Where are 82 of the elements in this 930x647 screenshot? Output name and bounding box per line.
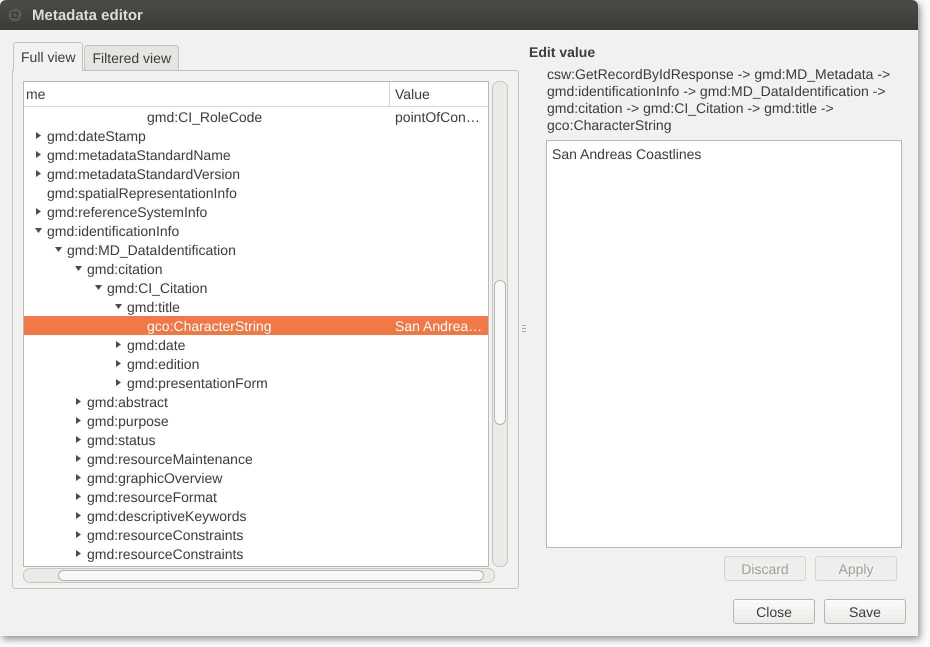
tree-row[interactable]: gmd:metadataStandardVersion — [24, 164, 488, 183]
expand-arrow-icon[interactable] — [74, 454, 83, 463]
expand-arrow-icon[interactable] — [74, 492, 83, 501]
node-label: gmd:abstract — [87, 394, 168, 410]
horizontal-scrollbar[interactable] — [23, 568, 495, 583]
expand-arrow-icon[interactable] — [114, 340, 123, 349]
section-heading: Edit value — [529, 44, 596, 60]
node-label: gmd:resourceConstraints — [87, 546, 244, 562]
vertical-scrollbar[interactable] — [492, 81, 508, 567]
tree-row[interactable]: gmd:CI_Citation — [24, 278, 488, 297]
node-label: gmd:citation — [87, 260, 162, 276]
tree-row[interactable]: gmd:graphicOverview — [24, 468, 488, 487]
tree-row[interactable]: gmd:title — [24, 297, 488, 316]
collapse-arrow-icon[interactable] — [94, 283, 103, 292]
collapse-arrow-icon[interactable] — [54, 245, 63, 254]
tree-row[interactable]: gmd:referenceSystemInfo — [24, 202, 488, 221]
node-label: gmd:title — [127, 298, 180, 314]
window-title: Metadata editor — [32, 6, 143, 24]
tree-row[interactable]: gmd:purpose — [24, 411, 488, 430]
node-label: gmd:descriptiveKeywords — [87, 508, 247, 524]
dialog-button[interactable]: Save — [824, 599, 906, 624]
node-label: gmd:resourceMaintenance — [87, 450, 253, 466]
expand-arrow-icon[interactable] — [74, 435, 83, 444]
tree-row[interactable]: gmd:spatialRepresentationInfo — [24, 183, 488, 202]
node-label: gmd:metadataStandardVersion — [47, 166, 240, 182]
node-label: gmd:presentationForm — [127, 374, 268, 390]
tree-row[interactable]: gmd:descriptiveKeywords — [24, 506, 488, 525]
value-field[interactable]: San Andreas Coastlines — [546, 140, 902, 548]
view-tab[interactable]: Full view — [13, 42, 84, 71]
tree-row[interactable]: gmd:resourceConstraints — [24, 544, 488, 563]
column-header[interactable]: Value — [390, 82, 488, 106]
node-label: gmd:resourceConstraints — [87, 526, 244, 542]
expand-arrow-icon[interactable] — [34, 150, 43, 159]
expand-arrow-icon[interactable] — [34, 131, 43, 140]
expand-arrow-icon[interactable] — [74, 530, 83, 539]
node-label: gmd:resourceFormat — [87, 488, 217, 504]
node-label: gmd:referenceSystemInfo — [47, 204, 208, 220]
tree-row[interactable]: gmd:resourceConstraints — [24, 525, 488, 544]
node-label: gmd:date — [127, 336, 186, 352]
expand-arrow-icon[interactable] — [74, 549, 83, 558]
tree-row[interactable]: gmd:abstract — [24, 392, 488, 411]
node-label: gmd:CI_Citation — [107, 280, 208, 296]
collapse-arrow-icon[interactable] — [74, 264, 83, 273]
node-label: gmd:metadataStandardName — [47, 146, 231, 162]
node-label: gmd:graphicOverview — [87, 470, 222, 486]
expand-arrow-icon[interactable] — [114, 378, 123, 387]
expand-arrow-icon[interactable] — [34, 169, 43, 178]
expand-arrow-icon[interactable] — [114, 359, 123, 368]
node-label: gmd:edition — [127, 356, 200, 372]
element-path: csw:GetRecordByIdResponse -> gmd:MD_Metadata -> gmd:identificationInfo -> gmd:MD_DataIdentification -> gmd:citation -> gmd:CI_Citation -> gmd:title -> gco:CharacterString — [547, 66, 892, 134]
tree-row[interactable]: gmd:resourceMaintenance — [24, 449, 488, 468]
collapse-arrow-icon[interactable] — [34, 226, 43, 235]
tree-row[interactable]: gmd:MD_DataIdentification — [24, 240, 488, 259]
node-label: gmd:status — [87, 432, 156, 448]
tree-row[interactable]: gmd:date — [24, 335, 488, 354]
expand-arrow-icon[interactable] — [74, 473, 83, 482]
tree-row[interactable]: gmd:dateStamp — [24, 126, 488, 145]
node-label: gco:CharacterString — [147, 318, 272, 334]
tree-row[interactable]: gmd:citation — [24, 259, 488, 278]
node-label: gmd:purpose — [87, 412, 169, 428]
node-label: gmd:CI_RoleCode — [147, 108, 262, 124]
tree-row[interactable]: gmd:presentationForm — [24, 373, 488, 392]
tree-row[interactable]: gmd:CI_RoleCode pointOfCon… — [24, 107, 488, 126]
tree-row[interactable]: gmd:edition — [24, 354, 488, 373]
view-tab[interactable]: Filtered view — [84, 45, 180, 70]
node-label: gmd:dateStamp — [47, 128, 146, 144]
tree-row[interactable]: gmd:status — [24, 430, 488, 449]
expand-arrow-icon[interactable] — [34, 207, 43, 216]
dialog-button[interactable]: Close — [733, 599, 815, 624]
node-label: gmd:identificationInfo — [47, 222, 180, 238]
node-label: gmd:MD_DataIdentification — [67, 242, 236, 258]
node-value: San Andrea… — [395, 318, 482, 334]
tree-row[interactable]: gmd:identificationInfo — [24, 221, 488, 240]
node-value: pointOfCon… — [395, 108, 480, 124]
expand-arrow-icon[interactable] — [74, 511, 83, 520]
expand-arrow-icon[interactable] — [74, 416, 83, 425]
column-header[interactable]: me — [24, 82, 390, 106]
tree-row[interactable]: gmd:metadataStandardName — [24, 145, 488, 164]
expand-arrow-icon[interactable] — [74, 397, 83, 406]
tree-row[interactable]: gmd:resourceFormat — [24, 487, 488, 506]
collapse-arrow-icon[interactable] — [114, 302, 123, 311]
node-label: gmd:spatialRepresentationInfo — [47, 184, 237, 200]
